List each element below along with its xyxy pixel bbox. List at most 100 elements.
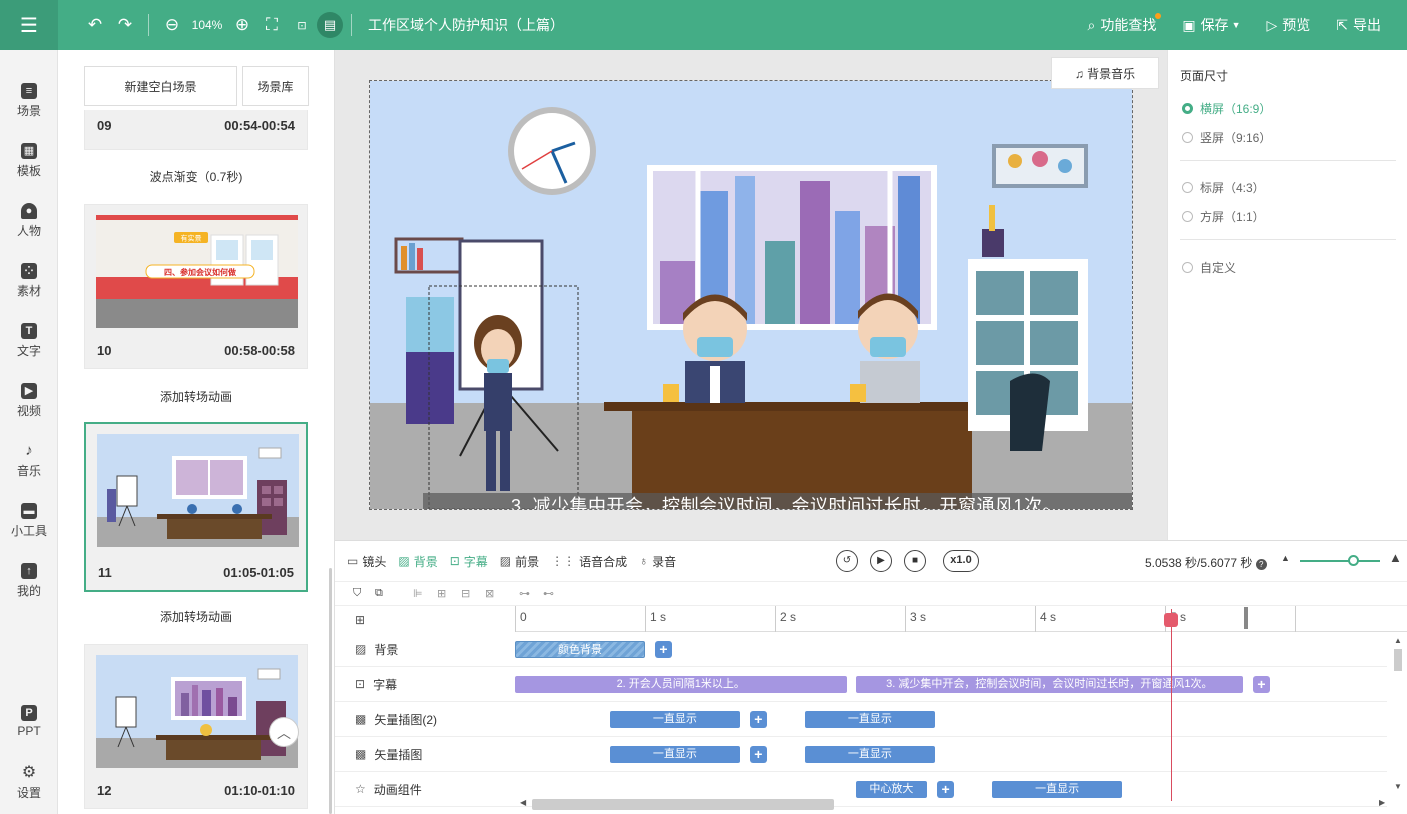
background-icon: ▨ [398,554,410,568]
nav-scene[interactable]: ≡ 场景 [0,83,58,119]
save-button[interactable]: ▣ 保存 ▼ [1182,15,1240,35]
background-music-button[interactable]: ♫ 背景音乐 [1051,57,1159,89]
undo-icon[interactable]: ↶ [80,15,110,35]
chevron-down-icon: ▼ [1231,20,1241,30]
stop-icon[interactable]: ■ [904,550,926,572]
track[interactable]: 颜色背景 + [515,632,1387,667]
scene-card-11[interactable]: 11 01:05-01:05 [84,422,308,592]
track-label[interactable]: ▨ 背景 [335,632,515,667]
radio-landscape[interactable]: 横屏（16:9） [1182,100,1271,117]
tab-label: 前景 [515,554,540,569]
redo-icon[interactable]: ↷ [110,15,140,35]
track-label[interactable]: ☆ 动画组件 [335,772,515,807]
timeline-clip[interactable]: 一直显示 [609,746,740,763]
nav-material[interactable]: ⁘ 素材 [0,263,58,299]
nav-mine[interactable]: ↑ 我的 [0,563,58,599]
nav-text[interactable]: T 文字 [0,323,58,359]
project-title[interactable]: 工作区域个人防护知识（上篇） [368,15,564,35]
background-icon: ▨ [355,642,367,656]
nav-toolbox[interactable]: ▬ 小工具 [0,503,58,539]
add-transition-button[interactable]: 添加转场动画 [84,608,308,625]
timeline-clip[interactable]: 一直显示 [609,711,740,728]
playback-speed[interactable]: x1.0 [943,550,979,572]
export-button[interactable]: ⇱ 导出 [1336,15,1381,35]
radio-portrait[interactable]: 竖屏（9:16） [1182,129,1271,146]
tab-foreground[interactable]: ▨ 前景 [500,553,539,570]
text-icon: T [21,323,37,339]
play-icon[interactable]: ▶ [870,550,892,572]
filter-icon[interactable]: ⛉ [353,587,361,600]
scroll-right-icon[interactable]: ▶ [1379,798,1385,807]
radio-standard[interactable]: 标屏（4:3） [1182,179,1265,196]
scene-library-button[interactable]: 场景库 [242,66,309,106]
add-clip-button[interactable]: + [655,641,672,658]
scroll-left-icon[interactable]: ◀ [520,798,526,807]
vector-icon: ▩ [355,712,367,726]
help-icon[interactable]: ? [1255,559,1267,570]
stage-canvas[interactable]: 3. 减少集中开会，控制会议时间，会议时间过长时，开窗通风1次。 [369,80,1133,510]
zoom-out-icon[interactable]: ⊖ [157,15,187,35]
scene-card-12[interactable]: 12 01:10-01:10 ︿ [84,644,308,809]
timeline-vertical-scrollbar[interactable] [1394,649,1402,671]
zoom-large-icon[interactable]: ▲ [1389,550,1402,565]
scene-card-10[interactable]: 有实景 四、参加会议如何做 10 00:58-00:58 [84,204,308,369]
add-clip-button[interactable]: + [749,746,767,763]
scroll-up-icon[interactable]: ▲ [1394,636,1402,645]
radio-custom[interactable]: 自定义 [1182,259,1236,276]
ruler-tick: 1 s [645,606,666,632]
tab-record[interactable]: ♁ 录音 [639,553,676,570]
timeline-clip[interactable]: 3. 减少集中开会，控制会议时间，会议时间过长时，开窗通风1次。 [855,676,1243,693]
tab-subtitle[interactable]: ⊡ 字幕 [450,553,488,570]
timeline-horizontal-scrollbar[interactable] [532,799,834,810]
add-clip-button[interactable]: + [1253,676,1270,693]
track-label[interactable]: ⊡ 字幕 [335,667,515,702]
nav-music[interactable]: ♪ 音乐 [0,443,58,479]
nav-settings[interactable]: ⚙ 设置 [0,765,58,801]
timeline-clip[interactable]: 一直显示 [992,781,1123,798]
timeline-clip[interactable]: 一直显示 [804,711,935,728]
subtitle-toggle-icon[interactable]: ▤ [317,12,343,38]
add-clip-button[interactable]: + [749,711,767,728]
time-ruler[interactable]: 01 s2 s3 s4 s5 s [515,606,1407,632]
slider-handle[interactable] [1348,555,1359,566]
track-label[interactable]: ▩ 矢量插图 [335,737,515,772]
nav-label: 文字 [16,344,41,358]
scroll-to-top-button[interactable]: ︿ [269,717,299,747]
timeline-clip[interactable]: 一直显示 [804,746,935,763]
scene-list-scrollbar[interactable] [329,568,332,814]
nav-person[interactable]: ● 人物 [0,203,58,239]
playhead-handle[interactable] [1164,613,1178,627]
new-blank-scene-button[interactable]: 新建空白场景 [84,66,237,106]
zoom-small-icon[interactable]: ▲ [1281,553,1290,563]
track[interactable]: 一直显示 + 一直显示 [515,737,1387,772]
scroll-down-icon[interactable]: ▼ [1394,782,1402,791]
menu-icon[interactable]: ☰ [0,0,58,50]
add-transition-button[interactable]: 添加转场动画 [84,388,308,405]
tab-camera[interactable]: ▭ 镜头 [347,553,386,570]
feature-search-button[interactable]: ⌕ 功能查找 [1087,15,1156,35]
actual-size-icon[interactable]: ⊡ [287,19,317,32]
nav-video[interactable]: ▶ 视频 [0,383,58,419]
replay-icon[interactable]: ↺ [836,550,858,572]
timeline-clip[interactable]: 2. 开会人员间隔1米以上。 [515,676,847,693]
timeline-zoom-slider[interactable] [1300,560,1380,562]
nav-template[interactable]: ▦ 模板 [0,143,58,179]
track-label[interactable]: ▩ 矢量插图(2) [335,702,515,737]
timeline-clip[interactable]: 颜色背景 [515,641,645,658]
layers-icon[interactable]: ⊞ [355,613,365,627]
zoom-in-icon[interactable]: ⊕ [227,15,257,35]
canvas-subtitle[interactable]: 3. 减少集中开会，控制会议时间，会议时间过长时，开窗通风1次。 [423,493,1132,509]
add-clip-button[interactable]: + [937,781,955,798]
timeline-clip[interactable]: 中心放大 [855,781,928,798]
nav-ppt[interactable]: P PPT [0,705,58,738]
radio-square[interactable]: 方屏（1:1） [1182,208,1265,225]
track[interactable]: 一直显示 + 一直显示 [515,702,1387,737]
scene-card-09[interactable]: 09 00:54-00:54 [84,110,308,150]
tab-tts[interactable]: ⋮⋮ 语音合成 [551,553,627,570]
group-icon[interactable]: ⧉ [375,587,383,600]
preview-button[interactable]: ▷ 预览 [1266,15,1310,35]
tab-background[interactable]: ▨ 背景 [398,553,437,570]
fullscreen-icon[interactable]: ⛶ [257,15,287,35]
transition-label[interactable]: 波点渐变（0.7秒) [84,168,308,185]
track[interactable]: 2. 开会人员间隔1米以上。 3. 减少集中开会，控制会议时间，会议时间过长时，开… [515,667,1387,702]
